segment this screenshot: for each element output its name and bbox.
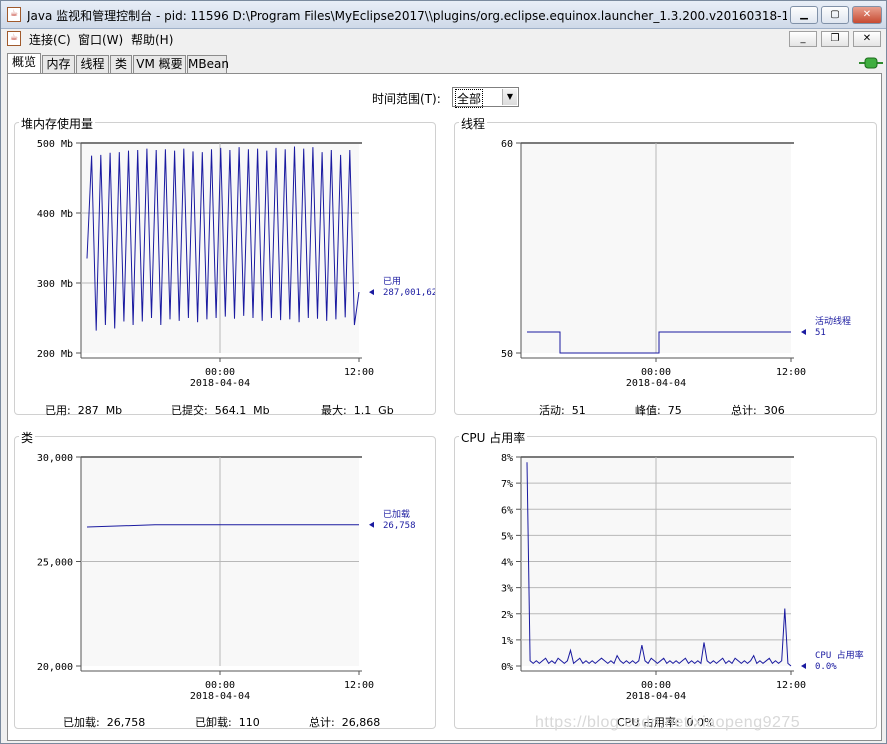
heap-y-tick-label: 200 Mb xyxy=(37,349,73,360)
heap-x-tick-label: 12:00 xyxy=(344,367,374,378)
tab-mbean[interactable]: MBean xyxy=(187,55,229,73)
threads-x-date: 2018-04-04 xyxy=(626,378,686,389)
tab-overview[interactable]: 概览 xyxy=(7,53,41,73)
heap-x-date: 2018-04-04 xyxy=(190,378,250,389)
threads-total-stat: 总计: 306 xyxy=(731,404,785,417)
classes-x-tick-label: 00:00 xyxy=(205,680,235,691)
menu-bar: ☕ 连接(C) 窗口(W) 帮助(H) _ ❐ ✕ xyxy=(1,29,886,49)
minimize-button[interactable]: ▁ xyxy=(790,6,818,24)
menu-help[interactable]: 帮助(H) xyxy=(131,31,173,48)
menu-window[interactable]: 窗口(W) xyxy=(78,31,123,48)
heap-legend-name: 已用 xyxy=(383,276,401,287)
cpu-legend-value: 0.0% xyxy=(815,662,837,672)
cpu-y-tick-label: 3% xyxy=(501,584,513,595)
threads-chart: 60 50 00:00 12:00 2018-04-04 活动线程51 xyxy=(501,139,851,389)
heap-chart: 500 Mb 400 Mb 300 Mb 200 Mb 00:00 12:00 2018-0… xyxy=(37,139,435,389)
connection-status-icon[interactable] xyxy=(859,56,883,70)
threads-y-tick-label: 60 xyxy=(501,139,513,150)
cpu-y-tick-label: 4% xyxy=(501,558,513,569)
classes-y-tick-label: 30,000 xyxy=(37,453,73,464)
heap-committed-stat: 已提交: 564.1 Mb xyxy=(171,404,270,417)
title-bar[interactable]: ☕ Java 监视和管理控制台 - pid: 11596 D:\Program … xyxy=(1,1,886,29)
heap-y-tick-label: 300 Mb xyxy=(37,279,73,290)
classes-unloaded-stat: 已卸载: 110 xyxy=(195,716,260,729)
heap-y-tick-label: 500 Mb xyxy=(37,139,73,150)
classes-legend-value: 26,758 xyxy=(383,521,416,531)
heap-panel: 堆内存使用量 500 Mb 400 Mb 300 Mb 200 Mb 00:00 12:0… xyxy=(14,115,436,417)
java-app-icon: ☕ xyxy=(7,7,21,22)
heap-max-stat: 最大: 1.1 Gb xyxy=(321,404,394,417)
cpu-x-tick-label: 12:00 xyxy=(776,680,806,691)
cpu-y-tick-label: 7% xyxy=(501,479,513,490)
threads-live-stat: 活动: 51 xyxy=(539,404,586,417)
time-range-value: 全部 xyxy=(455,89,484,108)
tab-memory[interactable]: 内存 xyxy=(42,55,75,73)
inner-minimize-button[interactable]: _ xyxy=(789,31,817,47)
classes-y-tick-label: 20,000 xyxy=(37,662,73,673)
close-button[interactable]: ✕ xyxy=(852,6,882,24)
tab-classes[interactable]: 类 xyxy=(110,55,132,73)
inner-close-button[interactable]: ✕ xyxy=(853,31,881,47)
cpu-y-tick-label: 5% xyxy=(501,531,513,542)
threads-legend-marker xyxy=(801,329,806,335)
threads-legend-name: 活动线程 xyxy=(815,315,851,327)
classes-total-stat: 总计: 26,868 xyxy=(309,716,381,729)
classes-panel: 类 30,000 25,000 20,000 00:00 12:00 2018-04-04… xyxy=(14,429,436,729)
heap-used-stat: 已用: 287 Mb xyxy=(45,404,123,417)
heap-legend-value: 287,001,624 xyxy=(383,288,435,298)
inner-restore-button[interactable]: ❐ xyxy=(821,31,849,47)
cpu-y-tick-label: 8% xyxy=(501,453,513,464)
cpu-x-date: 2018-04-04 xyxy=(626,691,686,702)
tab-threads[interactable]: 线程 xyxy=(76,55,109,73)
cpu-y-tick-label: 2% xyxy=(501,610,513,621)
classes-x-date: 2018-04-04 xyxy=(190,691,250,702)
classes-x-tick-label: 12:00 xyxy=(344,680,374,691)
chevron-down-icon[interactable]: ▼ xyxy=(502,89,517,105)
threads-peak-stat: 峰值: 75 xyxy=(635,404,682,417)
console-window: ☕ Java 监视和管理控制台 - pid: 11596 D:\Program … xyxy=(0,0,887,744)
heap-legend-marker xyxy=(369,289,374,296)
watermark: https://blog.csdn.net/xiaopeng9275 xyxy=(535,714,801,731)
menu-connect[interactable]: 连接(C) xyxy=(29,31,71,48)
classes-legend-name: 已加载 xyxy=(383,508,410,520)
cpu-y-tick-label: 0% xyxy=(501,662,513,673)
threads-x-tick-label: 00:00 xyxy=(641,367,671,378)
cpu-y-tick-label: 1% xyxy=(501,636,513,647)
cpu-legend-name: CPU 占用率 xyxy=(815,649,864,661)
classes-y-tick-label: 25,000 xyxy=(37,558,73,569)
cpu-chart: 8% 7% 6% 5% 4% 3% 2% 1% 0% 00:00 12:00 2018-04-04 CP… xyxy=(501,453,864,702)
cpu-x-tick-label: 00:00 xyxy=(641,680,671,691)
classes-chart: 30,000 25,000 20,000 00:00 12:00 2018-04-04 已加… xyxy=(37,453,416,702)
tab-vm-summary[interactable]: VM 概要 xyxy=(133,55,186,73)
heap-y-tick-label: 400 Mb xyxy=(37,209,73,220)
window-title: Java 监视和管理控制台 - pid: 11596 D:\Program Fi… xyxy=(27,9,787,23)
time-range-label: 时间范围(T): xyxy=(372,92,441,106)
overview-content: 时间范围(T): 全部 ▼ 堆内存使用量 500 Mb 400 Mb 300 Mb 2… xyxy=(7,73,882,741)
cpu-legend-marker xyxy=(801,663,806,669)
cpu-panel: CPU 占用率 8% 7% 6% 5% 4% 3% 2% 1% 0% 00:00 12:00 2018… xyxy=(454,429,877,729)
cpu-y-tick-label: 6% xyxy=(501,505,513,516)
heap-x-tick-label: 00:00 xyxy=(205,367,235,378)
threads-legend-value: 51 xyxy=(815,328,826,338)
maximize-button[interactable]: ▢ xyxy=(821,6,849,24)
time-range-select[interactable]: 全部 ▼ xyxy=(452,87,519,108)
threads-y-tick-label: 50 xyxy=(501,349,513,360)
java-menu-icon[interactable]: ☕ xyxy=(7,31,21,46)
classes-loaded-stat: 已加载: 26,758 xyxy=(63,716,146,729)
threads-x-tick-label: 12:00 xyxy=(776,367,806,378)
threads-panel: 线程 60 50 00:00 12:00 2018-04-04 活动线程 51 活动: 51… xyxy=(454,115,877,417)
classes-legend-marker xyxy=(369,521,374,528)
